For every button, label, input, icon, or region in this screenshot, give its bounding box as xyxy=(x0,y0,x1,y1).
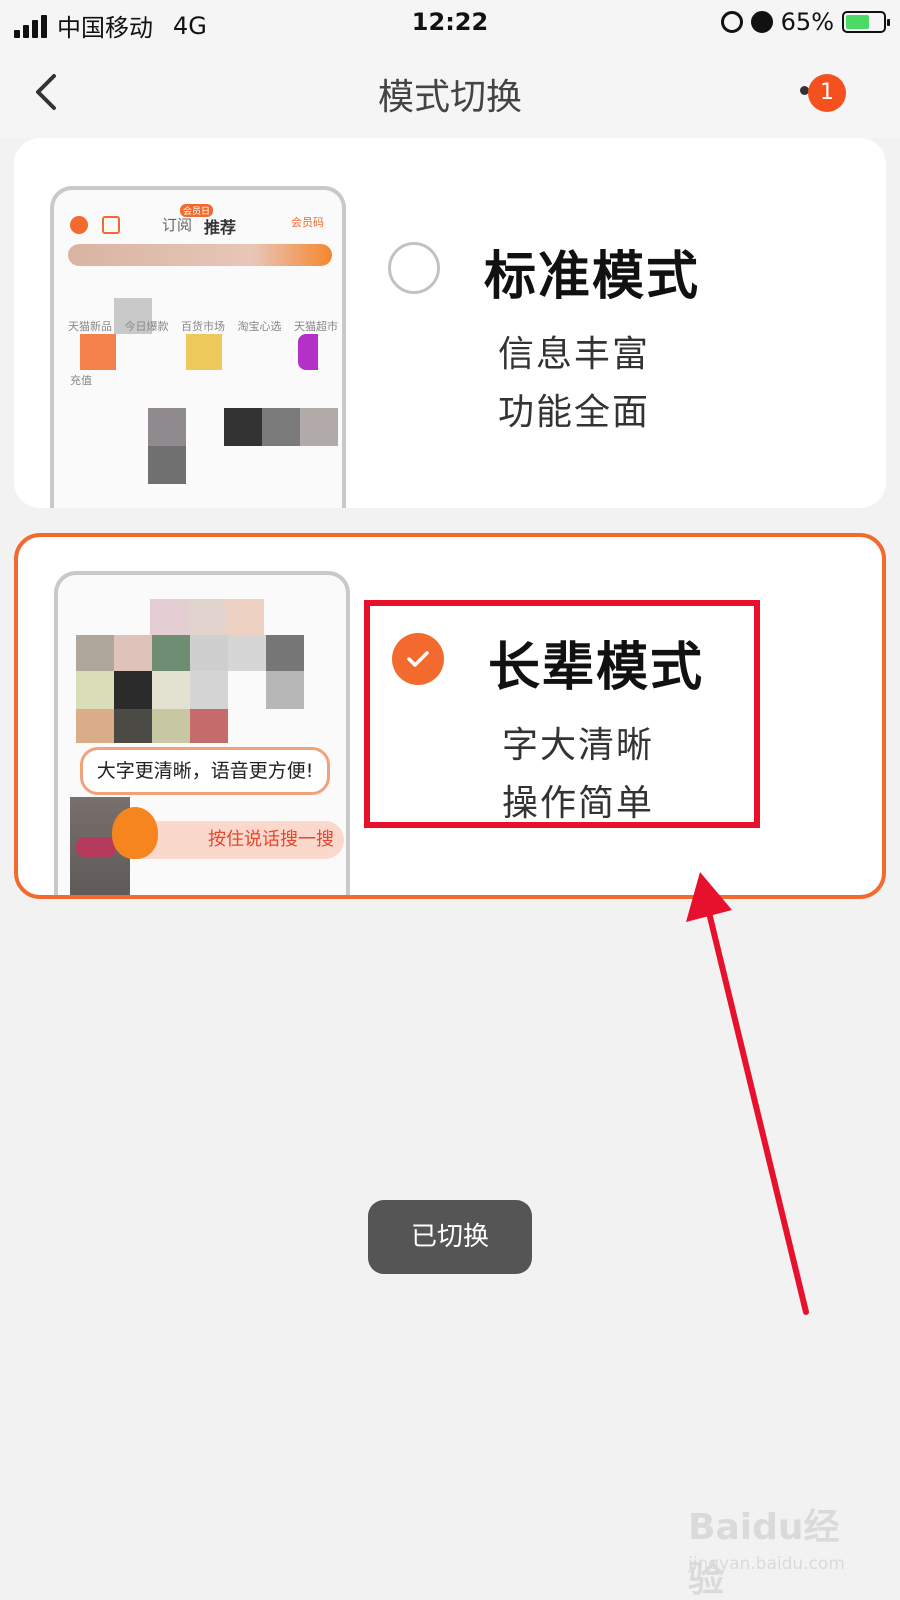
preview-category: 今日爆款 xyxy=(124,320,169,333)
preview-block xyxy=(152,671,190,709)
preview-block xyxy=(266,635,304,671)
preview-block xyxy=(228,635,266,671)
preview-block xyxy=(76,671,114,709)
standard-mode-radio[interactable] xyxy=(388,242,440,294)
annotation-highlight-box xyxy=(364,600,760,828)
toast-message: 已切换 xyxy=(368,1200,532,1274)
preview-scan-icon xyxy=(102,216,120,234)
preview-block xyxy=(114,635,152,671)
status-bar: 中国移动 4G 12:22 65% xyxy=(0,0,900,46)
standard-mode-desc-line: 功能全面 xyxy=(498,392,651,433)
standard-mode-desc-line: 信息丰富 xyxy=(498,334,651,375)
more-button[interactable]: 1 xyxy=(800,74,860,122)
preview-avatar-icon xyxy=(70,216,88,234)
battery-fill xyxy=(846,15,870,29)
standard-mode-title: 标准模式 xyxy=(484,247,701,307)
rotation-lock-icon xyxy=(720,11,743,33)
preview-block xyxy=(224,408,262,446)
preview-block xyxy=(152,709,190,743)
preview-block xyxy=(300,408,338,446)
preview-speech-bubble: 大字更清晰，语音更方便! xyxy=(80,747,330,795)
preview-block xyxy=(152,635,190,671)
preview-block xyxy=(190,635,228,671)
battery-percent: 65% xyxy=(780,8,834,36)
preview-tab-recommend: 推荐 xyxy=(204,218,237,237)
preview-block xyxy=(76,709,114,743)
preview-block xyxy=(266,671,304,709)
preview-block xyxy=(150,599,188,635)
preview-category: 淘宝心选 xyxy=(237,320,282,333)
preview-block xyxy=(114,671,152,709)
preview-block xyxy=(298,334,318,370)
preview-block xyxy=(190,671,228,709)
elder-mode-preview: 大字更清晰，语音更方便! 按住说话搜一搜 xyxy=(54,571,350,895)
preview-block xyxy=(148,408,186,446)
preview-categories: 天猫新品 今日爆款 百货市场 淘宝心选 天猫超市 xyxy=(68,318,338,334)
preview-category: 百货市场 xyxy=(181,320,225,333)
mascot-icon xyxy=(112,807,158,859)
preview-block xyxy=(190,709,228,743)
preview-photo-detail xyxy=(76,837,116,857)
preview-block xyxy=(226,599,264,635)
preview-search-bar xyxy=(68,244,332,266)
preview-block xyxy=(186,334,222,370)
preview-block xyxy=(114,709,152,743)
preview-block xyxy=(148,446,186,484)
preview-header: 订阅 会员日 推荐 会员码 xyxy=(68,204,328,237)
preview-block xyxy=(80,334,116,370)
page-title: 模式切换 xyxy=(377,77,522,118)
preview-charge: 充值 xyxy=(70,374,92,387)
status-right: 65% xyxy=(720,8,890,36)
watermark-brand: Baidu经验 xyxy=(688,1507,840,1600)
preview-block xyxy=(262,408,300,446)
baidu-watermark: Baidu经验 jingyan.baidu.com xyxy=(688,1498,868,1600)
watermark-url: jingyan.baidu.com xyxy=(688,1554,845,1574)
standard-mode-description: 信息丰富 功能全面 xyxy=(498,326,650,442)
preview-category: 天猫超市 xyxy=(294,320,338,333)
standard-mode-preview: 订阅 会员日 推荐 会员码 天猫新品 今日爆款 百货市场 淘宝心选 天猫超市 充… xyxy=(50,186,346,508)
preview-block xyxy=(76,635,114,671)
preview-vip-code: 会员码 xyxy=(291,216,324,229)
preview-block xyxy=(188,599,226,635)
preview-tab-subscribe: 订阅 xyxy=(162,216,193,234)
battery-icon xyxy=(842,11,890,33)
nav-bar: 模式切换 1 xyxy=(0,46,900,138)
alarm-icon xyxy=(750,11,773,33)
preview-category: 天猫新品 xyxy=(68,320,112,333)
standard-mode-card[interactable]: 订阅 会员日 推荐 会员码 天猫新品 今日爆款 百货市场 淘宝心选 天猫超市 充… xyxy=(14,138,886,508)
notification-badge: 1 xyxy=(808,74,846,112)
